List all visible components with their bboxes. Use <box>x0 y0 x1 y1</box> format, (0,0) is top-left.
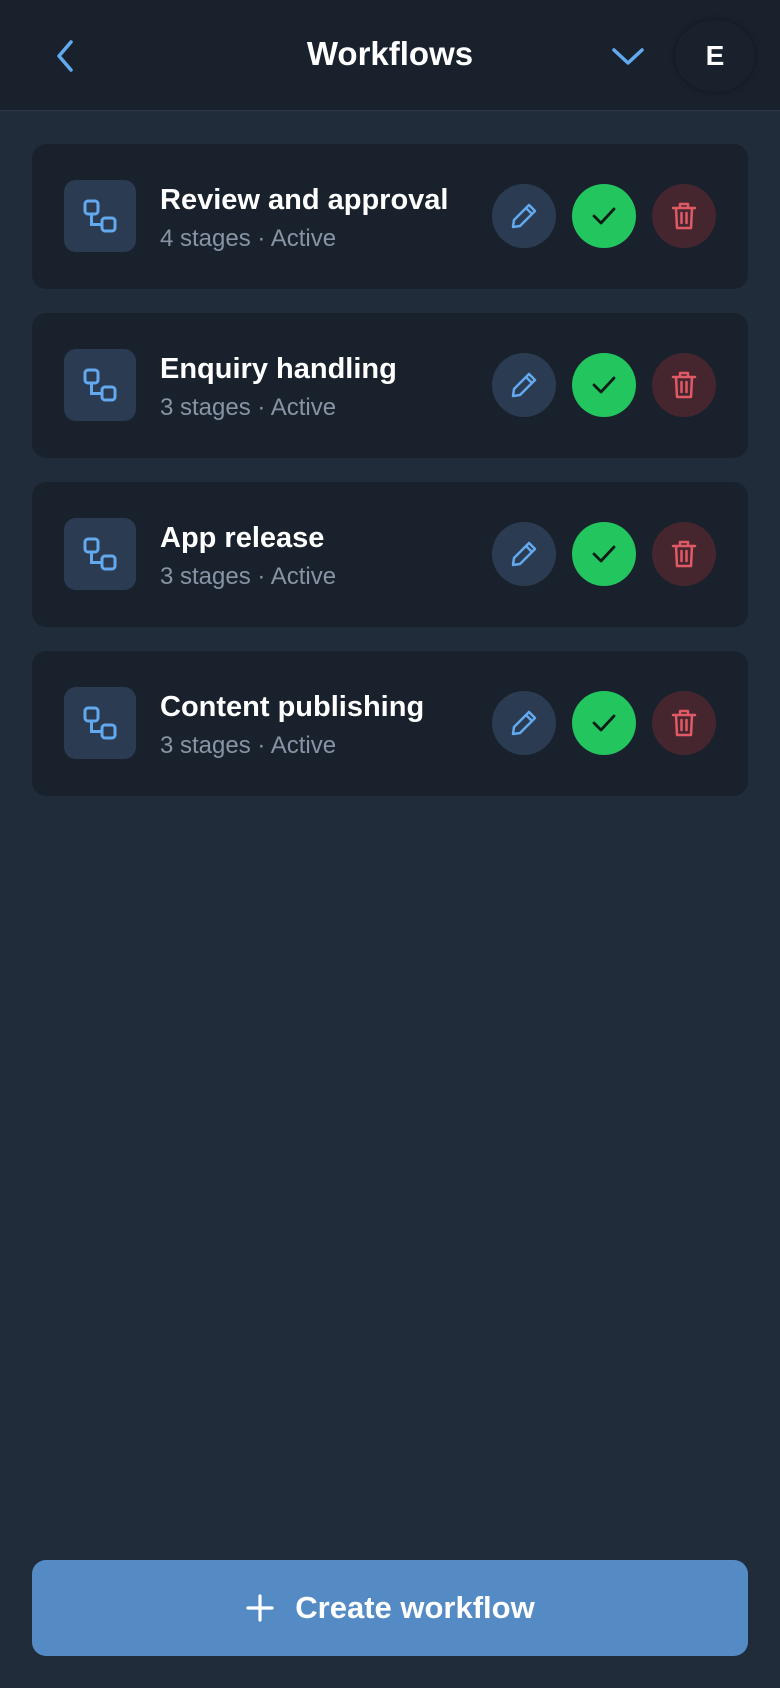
workflow-meta: 4 stages · Active <box>160 224 336 254</box>
workflow-icon <box>64 687 136 759</box>
plus-icon <box>246 1594 274 1622</box>
workflow-card[interactable]: Enquiry handling 3 stages · Active <box>32 313 748 458</box>
meta-separator: · <box>250 225 271 252</box>
workflow-status: Active <box>270 225 337 252</box>
delete-button[interactable] <box>652 691 716 755</box>
create-workflow-label: Create workflow <box>295 1590 535 1625</box>
workflow-status: Active <box>270 394 337 421</box>
check-icon <box>592 714 616 732</box>
approve-button[interactable] <box>572 691 636 755</box>
workflow-status: Active <box>270 563 337 590</box>
edit-button[interactable] <box>492 691 556 755</box>
meta-separator: · <box>250 563 271 590</box>
stage-count: 3 stages <box>160 732 251 759</box>
workflow-card[interactable]: App release 3 stages · Active <box>32 482 748 627</box>
approve-button[interactable] <box>572 184 636 248</box>
trash-icon <box>671 371 697 399</box>
workflow-card[interactable]: Review and approval 4 stages · Active <box>32 144 748 289</box>
trash-icon <box>671 202 697 230</box>
delete-button[interactable] <box>652 522 716 586</box>
workflow-icon <box>64 349 136 421</box>
workflow-name: Enquiry handling <box>160 353 397 385</box>
meta-separator: · <box>250 394 271 421</box>
check-icon <box>592 376 616 394</box>
chevron-down-icon <box>612 48 644 65</box>
workflow-dropdown-button[interactable] <box>606 34 650 78</box>
create-workflow-button[interactable]: Create workflow <box>32 1560 748 1656</box>
edit-button[interactable] <box>492 184 556 248</box>
workflow-name: Content publishing <box>160 691 425 723</box>
meta-separator: · <box>250 732 271 759</box>
pencil-icon <box>511 710 537 736</box>
workflow-meta: 3 stages · Active <box>160 393 336 423</box>
workflow-meta: 3 stages · Active <box>160 562 336 592</box>
edit-button[interactable] <box>492 353 556 417</box>
edit-button[interactable] <box>492 522 556 586</box>
workflow-list: Review and approval 4 stages · Active En… <box>32 144 748 820</box>
workflow-name: Review and approval <box>160 184 449 216</box>
pencil-icon <box>511 203 537 229</box>
pencil-icon <box>511 372 537 398</box>
app-header: Workflows E <box>0 0 780 111</box>
user-avatar[interactable]: E <box>675 20 755 92</box>
workflow-icon <box>64 518 136 590</box>
stage-count: 3 stages <box>160 563 251 590</box>
workflow-name: App release <box>160 522 325 554</box>
workflow-icon <box>64 180 136 252</box>
page-title: Workflows <box>306 35 474 72</box>
stage-count: 3 stages <box>160 394 251 421</box>
trash-icon <box>671 540 697 568</box>
pencil-icon <box>511 541 537 567</box>
delete-button[interactable] <box>652 184 716 248</box>
workflow-meta: 3 stages · Active <box>160 731 336 761</box>
workflow-status: Active <box>270 732 337 759</box>
approve-button[interactable] <box>572 353 636 417</box>
delete-button[interactable] <box>652 353 716 417</box>
trash-icon <box>671 709 697 737</box>
check-icon <box>592 545 616 563</box>
approve-button[interactable] <box>572 522 636 586</box>
workflow-card[interactable]: Content publishing 3 stages · Active <box>32 651 748 796</box>
check-icon <box>592 207 616 225</box>
stage-count: 4 stages <box>160 225 251 252</box>
